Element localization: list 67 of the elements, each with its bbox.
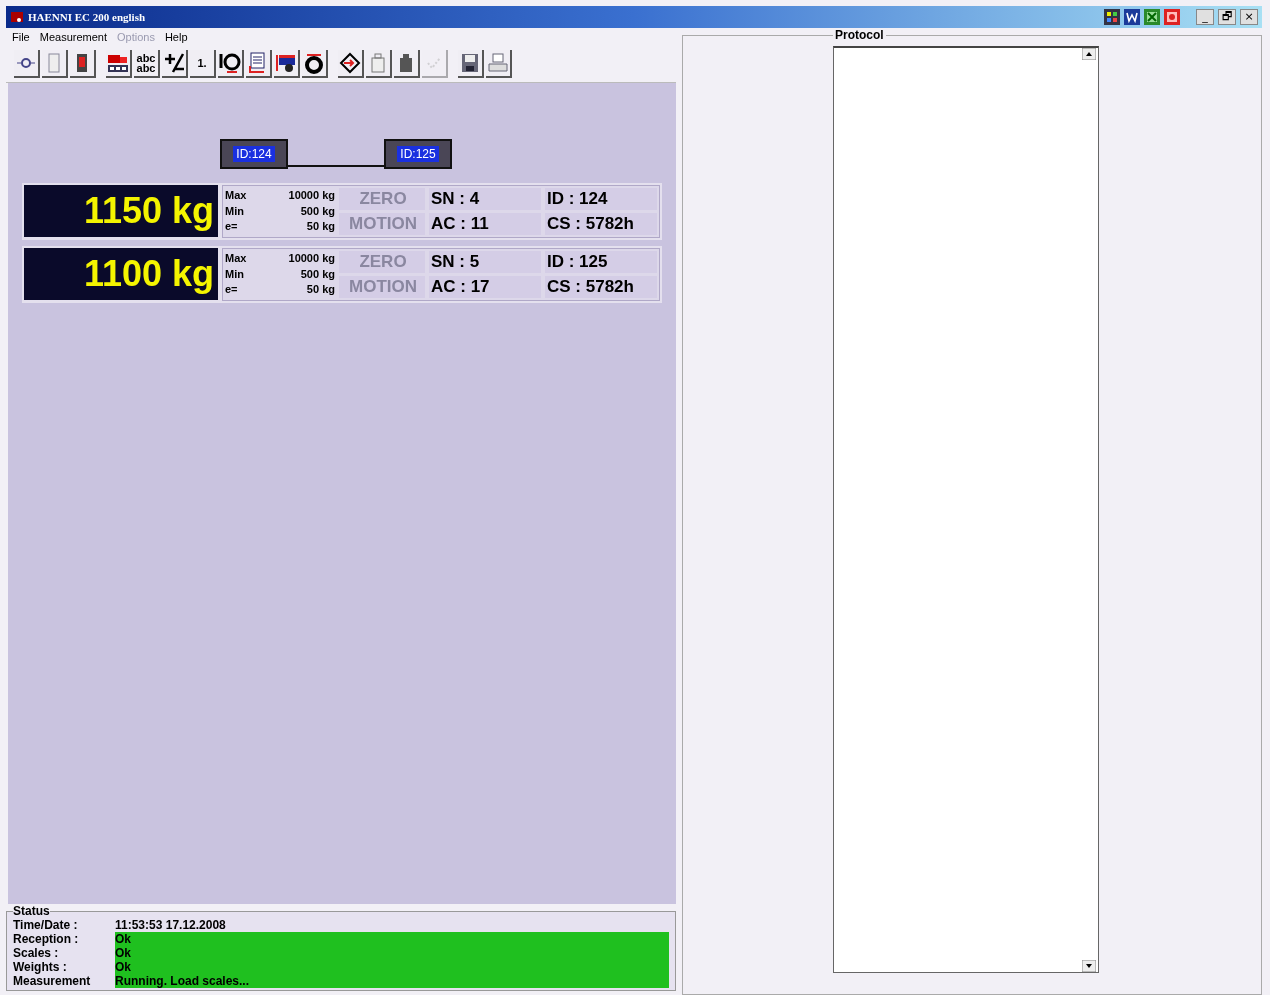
ac-value: AC : 11 <box>429 213 541 235</box>
checksum: CS : 5782h <box>545 276 657 298</box>
wheel-icon[interactable] <box>218 50 244 78</box>
minimize-button[interactable]: _ <box>1196 9 1214 25</box>
tire-icon[interactable] <box>302 50 328 78</box>
list-icon[interactable] <box>246 50 272 78</box>
menu-item[interactable]: Help <box>164 31 188 45</box>
limit-label: Max <box>225 251 248 266</box>
serial-number: SN : 5 <box>429 251 541 273</box>
status-value: Running. Load scales... <box>115 974 669 988</box>
zero-indicator: ZERO <box>339 188 425 210</box>
toolbar-button[interactable]: abc abc <box>134 50 160 78</box>
blank-scale-icon[interactable] <box>42 50 68 78</box>
weight-display: 1150 kg <box>24 185 218 237</box>
limit-label: e= <box>225 219 239 235</box>
status-value: Ok <box>115 960 669 974</box>
scale-node[interactable]: ID:125 <box>384 139 452 169</box>
scale-node[interactable]: ID:124 <box>220 139 288 169</box>
serial-number: SN : 4 <box>429 188 541 210</box>
limit-value: 50 kg <box>305 219 335 235</box>
limit-value: 500 kg <box>299 266 335 282</box>
weight-display: 1100 kg <box>24 248 218 300</box>
plusminus-icon[interactable] <box>162 50 188 78</box>
zero-indicator: ZERO <box>339 251 425 273</box>
menu-item[interactable]: Measurement <box>39 31 107 45</box>
status-label: Reception : <box>13 932 80 946</box>
scale-id: ID : 124 <box>545 188 657 210</box>
scroll-down-icon[interactable] <box>1082 960 1096 972</box>
motion-indicator: MOTION <box>339 276 425 298</box>
checksum: CS : 5782h <box>545 213 657 235</box>
weight-dark-icon[interactable] <box>394 50 420 78</box>
app-icon <box>10 10 24 24</box>
presentation-app-icon[interactable] <box>1164 9 1180 25</box>
grid-app-icon[interactable] <box>1104 9 1120 25</box>
scroll-up-icon[interactable] <box>1082 48 1096 60</box>
indicator-icon[interactable] <box>70 50 96 78</box>
status-label: Weights : <box>13 960 68 974</box>
limit-label: Min <box>225 203 245 219</box>
status-value: Ok <box>115 932 669 946</box>
limit-value: 10000 kg <box>287 251 335 266</box>
weight-icon[interactable] <box>366 50 392 78</box>
limit-value: 10000 kg <box>287 188 335 203</box>
limit-label: Max <box>225 188 248 203</box>
status-label: Measurement <box>13 974 92 988</box>
status-value: Ok <box>115 946 669 960</box>
restore-button[interactable]: 🗗 <box>1218 9 1236 25</box>
print-icon[interactable] <box>486 50 512 78</box>
group-title: Protocol <box>834 28 885 42</box>
document-app-icon[interactable] <box>1124 9 1140 25</box>
trailer-icon[interactable] <box>274 50 300 78</box>
spreadsheet-app-icon[interactable] <box>1144 9 1160 25</box>
close-button[interactable]: × <box>1240 9 1258 25</box>
limit-label: Min <box>225 266 245 282</box>
limit-value: 50 kg <box>305 282 335 298</box>
ac-value: AC : 17 <box>429 276 541 298</box>
group-title: Status <box>13 904 50 918</box>
toolbar-button[interactable]: 1. <box>190 50 216 78</box>
truck-icon[interactable] <box>106 50 132 78</box>
status-label: Time/Date : <box>13 918 79 932</box>
scale-id: ID : 125 <box>545 251 657 273</box>
motion-indicator: MOTION <box>339 213 425 235</box>
menu-item[interactable]: File <box>12 31 30 45</box>
status-label: Scales : <box>13 946 60 960</box>
limit-value: 500 kg <box>299 203 335 219</box>
status-value: 11:53:53 17.12.2008 <box>115 918 227 932</box>
limit-label: e= <box>225 282 239 298</box>
window-title: HAENNI EC 200 english <box>28 11 146 23</box>
